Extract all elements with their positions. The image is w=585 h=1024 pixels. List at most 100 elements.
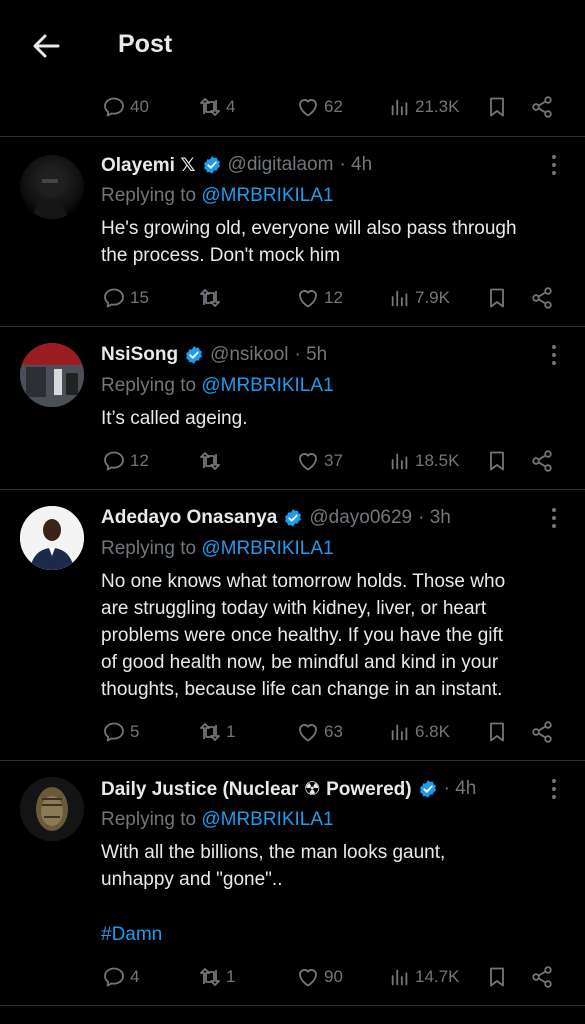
main-post-actions: 40 4 62 21.3K [0, 89, 585, 125]
author-name[interactable]: Daily Justice (Nuclear ☢ Powered) [101, 778, 412, 801]
avatar[interactable] [20, 777, 84, 841]
bookmark-button[interactable] [485, 280, 509, 316]
author-handle[interactable]: @dayo0629 [309, 507, 412, 529]
hashtag-link[interactable]: #Damn [101, 921, 571, 948]
bookmark-icon [485, 449, 509, 473]
share-button[interactable] [530, 280, 554, 316]
post-time: · 4h [443, 778, 477, 799]
like-button[interactable]: 62 [296, 89, 343, 125]
views-count: 14.7K [415, 967, 460, 986]
reply-item[interactable]: Olayemi 𝕏 @digitalaom · 4h Replying to @… [0, 137, 585, 326]
reply-icon [102, 449, 126, 473]
reply-item[interactable]: NsiSong @nsikool · 5h Replying to @MRBRI… [0, 327, 585, 489]
reply-count: 5 [130, 722, 140, 741]
reply-text: With all the billions, the man looks gau… [101, 839, 571, 893]
verified-badge-icon [418, 779, 438, 799]
like-button[interactable]: 37 [296, 443, 343, 479]
text-line: He's growing old, everyone will also pas… [101, 218, 517, 239]
share-button[interactable] [530, 89, 554, 125]
author-handle[interactable]: @digitalaom [228, 154, 334, 176]
divider [0, 1005, 585, 1006]
author-line: Daily Justice (Nuclear ☢ Powered) · 4h [101, 776, 476, 802]
replying-to: Replying to @MRBRIKILA1 [101, 185, 334, 207]
reply-button[interactable]: 5 [102, 714, 139, 750]
share-button[interactable] [530, 443, 554, 479]
mention-link[interactable]: @MRBRIKILA1 [201, 809, 333, 830]
repost-button[interactable]: 1 [198, 959, 235, 995]
like-button[interactable]: 90 [296, 959, 343, 995]
bookmark-button[interactable] [485, 959, 509, 995]
repost-icon [198, 286, 222, 310]
reply-icon [102, 95, 126, 119]
like-count: 63 [324, 722, 343, 741]
text-line: It’s called ageing. [101, 408, 248, 429]
author-name[interactable]: NsiSong [101, 344, 178, 366]
replying-to: Replying to @MRBRIKILA1 [101, 375, 334, 397]
reply-item[interactable]: Adedayo Onasanya @dayo0629 · 3h Replying… [0, 490, 585, 760]
mention-link[interactable]: @MRBRIKILA1 [201, 185, 333, 206]
reply-count: 15 [130, 288, 149, 307]
views-icon [389, 966, 411, 988]
repost-count: 4 [226, 97, 236, 116]
repost-button[interactable] [198, 280, 226, 316]
views-button[interactable]: 21.3K [389, 89, 459, 125]
like-count: 37 [324, 451, 343, 470]
reply-button[interactable]: 12 [102, 443, 149, 479]
bookmark-button[interactable] [485, 714, 509, 750]
more-options-icon[interactable] [544, 776, 564, 802]
repost-button[interactable]: 1 [198, 714, 235, 750]
post-time: · 3h [418, 507, 451, 528]
reply-icon [102, 720, 126, 744]
reply-button[interactable]: 15 [102, 280, 149, 316]
more-options-icon[interactable] [544, 152, 564, 178]
bookmark-icon [485, 965, 509, 989]
share-icon [530, 286, 554, 310]
text-line: unhappy and "gone".. [101, 869, 283, 890]
reply-button[interactable]: 40 [102, 89, 149, 125]
verified-badge-icon [184, 345, 204, 365]
replying-prefix: Replying to [101, 538, 202, 559]
share-button[interactable] [530, 959, 554, 995]
share-icon [530, 720, 554, 744]
like-button[interactable]: 63 [296, 714, 343, 750]
views-count: 6.8K [415, 722, 450, 741]
like-button[interactable]: 12 [296, 280, 343, 316]
author-name[interactable]: Olayemi 𝕏 [101, 154, 196, 177]
text-line: of good health now, be mindful and kind … [101, 652, 499, 673]
text-line: With all the billions, the man looks gau… [101, 842, 446, 863]
text-line: problems were once healthy. If you have … [101, 625, 504, 646]
repost-button[interactable] [198, 443, 226, 479]
views-count: 7.9K [415, 288, 450, 307]
views-icon [389, 721, 411, 743]
post-time: · 5h [294, 344, 328, 365]
views-button[interactable]: 6.8K [389, 714, 450, 750]
reply-button[interactable]: 4 [102, 959, 139, 995]
views-icon [389, 287, 411, 309]
share-button[interactable] [530, 714, 554, 750]
views-button[interactable]: 18.5K [389, 443, 459, 479]
reply-text: He's growing old, everyone will also pas… [101, 215, 571, 269]
more-options-icon[interactable] [544, 342, 564, 368]
share-icon [530, 449, 554, 473]
reply-count: 4 [130, 967, 140, 986]
avatar[interactable] [20, 506, 84, 570]
mention-link[interactable]: @MRBRIKILA1 [201, 375, 333, 396]
author-line: NsiSong @nsikool · 5h [101, 342, 327, 368]
back-arrow-icon[interactable] [30, 30, 62, 62]
views-button[interactable]: 14.7K [389, 959, 459, 995]
repost-icon [198, 449, 222, 473]
bookmark-button[interactable] [485, 89, 509, 125]
reply-item[interactable]: Daily Justice (Nuclear ☢ Powered) · 4h R… [0, 761, 585, 1005]
views-button[interactable]: 7.9K [389, 280, 450, 316]
bookmark-button[interactable] [485, 443, 509, 479]
bookmark-icon [485, 95, 509, 119]
avatar[interactable] [20, 343, 84, 407]
author-line: Olayemi 𝕏 @digitalaom · 4h [101, 152, 372, 178]
avatar[interactable] [20, 155, 84, 219]
author-name[interactable]: Adedayo Onasanya [101, 507, 277, 529]
replying-prefix: Replying to [101, 185, 202, 206]
repost-button[interactable]: 4 [198, 89, 235, 125]
mention-link[interactable]: @MRBRIKILA1 [201, 538, 333, 559]
more-options-icon[interactable] [544, 505, 564, 531]
author-handle[interactable]: @nsikool [210, 344, 288, 366]
